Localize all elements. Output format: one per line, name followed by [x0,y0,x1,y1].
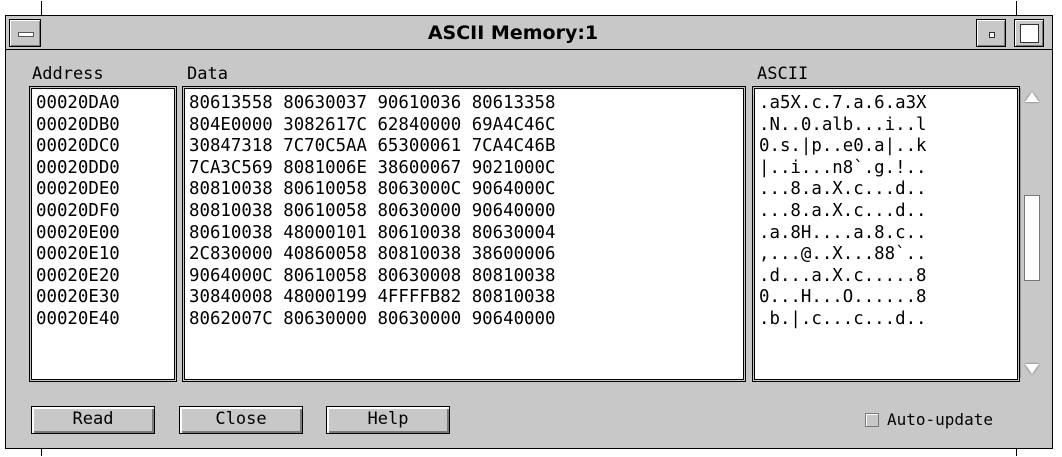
help-button[interactable]: Help [326,406,450,434]
data-panel[interactable]: 80613558 80630037 90610036 80613358 804E0… [184,88,744,380]
address-column-header: Address [32,64,104,84]
data-cell[interactable]: 80810038 80610058 8063000C 9064000C [189,179,555,201]
data-cell[interactable]: 2C830000 40860058 80810038 38600006 [189,244,555,266]
data-cell[interactable]: 7CA3C569 8081006E 38600067 9021000C [189,158,555,180]
ascii-panel: .a5X.c.7.a.6.a3X .N..0.alb...i..l 0.s.|p..… [754,88,1018,380]
ascii-cell: 0...H...O......8 [759,287,927,308]
ascii-cell: |..i...n8`.g.!.. [759,157,927,178]
window-menu-button[interactable] [9,19,41,47]
address-cell: 00020E30 [36,287,120,308]
ascii-cell: ...8.a.X.c...d.. [759,179,927,200]
read-button[interactable]: Read [31,406,155,434]
ascii-cell: ,...@..X...88`.. [759,244,927,265]
frame-corner-mark [41,1,42,16]
data-cell[interactable]: 9064000C 80610058 80630008 80810038 [189,266,555,288]
data-cell[interactable]: 80610038 48000101 80610038 80630004 [189,223,555,245]
ascii-cell: .a5X.c.7.a.6.a3X [759,93,927,113]
address-cell: 00020DA0 [36,93,120,113]
address-cell: 00020E20 [36,265,120,286]
ascii-cell: .b.|.c...c...d.. [759,308,927,329]
ascii-cell: .N..0.alb...i..l [759,114,927,135]
close-button[interactable]: Close [179,406,303,434]
address-cell: 00020DC0 [36,136,120,157]
address-panel: 00020DA0 00020DB0 00020DC0 00020DD0 00020DE0… [31,88,175,380]
data-cell[interactable]: 8062007C 80630000 80630000 90640000 [189,309,555,331]
ascii-cell: 0.s.|p..e0.a|..k [759,136,927,157]
auto-update-checkbox[interactable] [865,413,879,427]
ascii-column-header: ASCII [757,64,809,84]
maximize-button[interactable] [1014,19,1044,47]
minimize-icon [989,32,995,38]
ascii-cell: .d...a.X.c.....8 [759,265,927,286]
address-cell: 00020E40 [36,308,120,329]
address-cell: 00020E00 [36,222,120,243]
title-bar[interactable]: ASCII Memory:1 [6,16,1052,50]
address-cell: 00020E10 [36,244,120,265]
scroll-up-icon[interactable] [1025,92,1039,102]
data-cell[interactable]: 80613558 80630037 90610036 80613358 [189,93,555,115]
memory-window: ASCII Memory:1 Address Data ASCII 00020D… [5,1,1053,456]
maximize-icon [1020,24,1039,43]
data-cell[interactable]: 30840008 48000199 4FFFFB82 80810038 [189,287,555,309]
address-cell: 00020DF0 [36,200,120,221]
data-cell[interactable]: 80810038 80610058 80630000 90640000 [189,201,555,223]
window-title: ASCII Memory:1 [427,22,599,44]
auto-update-label[interactable]: Auto-update [887,410,993,430]
address-cell: 00020DE0 [36,179,120,200]
scroll-down-icon[interactable] [1025,364,1039,374]
frame-corner-mark [1016,448,1017,456]
data-cell[interactable]: 30847318 7C70C5AA 65300061 7CA4C46B [189,136,555,158]
minimize-button[interactable] [976,19,1006,47]
frame-corner-mark [41,448,42,456]
frame-corner-mark [1016,1,1017,16]
window-menu-icon [18,32,34,37]
data-cell[interactable]: 804E0000 3082617C 62840000 69A4C46C [189,115,555,137]
ascii-cell: .a.8H....a.8.c.. [759,222,927,243]
ascii-cell: ...8.a.X.c...d.. [759,200,927,221]
vertical-scrollbar[interactable] [1020,88,1044,378]
scrollbar-thumb[interactable] [1024,195,1040,281]
data-column-header: Data [187,64,228,84]
address-cell: 00020DB0 [36,114,120,135]
address-cell: 00020DD0 [36,157,120,178]
